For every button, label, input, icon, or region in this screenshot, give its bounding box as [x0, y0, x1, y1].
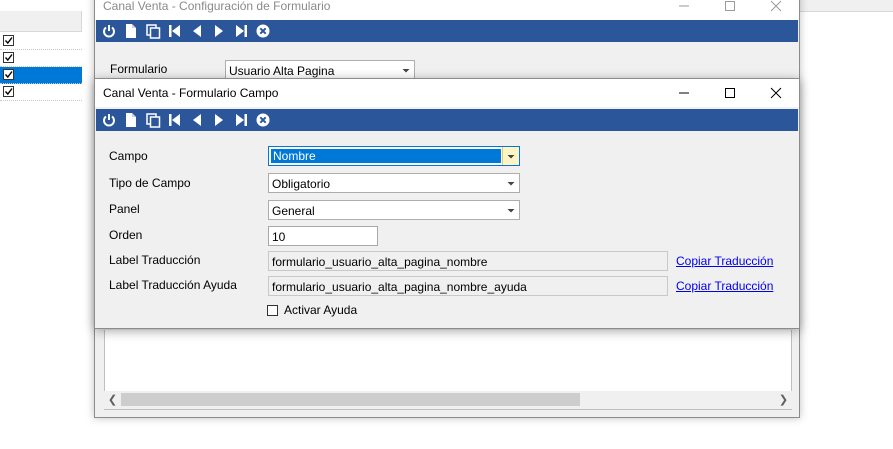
close-icon [770, 0, 782, 12]
grid-row[interactable] [0, 33, 82, 50]
next-record-icon[interactable] [211, 23, 227, 39]
copy-icon[interactable] [145, 23, 161, 39]
first-record-icon[interactable] [167, 23, 183, 39]
grid-checkbox[interactable] [3, 35, 14, 46]
background-app-header [800, 0, 893, 12]
activar-ayuda-checkbox[interactable] [267, 305, 278, 316]
new-document-icon[interactable] [123, 23, 139, 39]
new-document-icon[interactable] [123, 112, 139, 128]
minimize-button[interactable] [661, 79, 707, 107]
previous-record-icon[interactable] [189, 23, 205, 39]
minimize-button[interactable] [661, 0, 707, 20]
close-icon [770, 87, 782, 99]
tipo-campo-select[interactable]: Obligatorio [268, 173, 520, 193]
panel-label: Panel [109, 202, 140, 216]
orden-label: Orden [109, 228, 143, 242]
minimize-icon [679, 5, 689, 7]
minimize-icon [679, 92, 689, 94]
last-record-icon[interactable] [233, 23, 249, 39]
maximize-button[interactable] [707, 79, 753, 107]
background-toolbar [96, 20, 798, 42]
next-record-icon[interactable] [211, 112, 227, 128]
label-traduccion-value: formulario_usuario_alta_pagina_nombre [272, 255, 488, 269]
grid-header [0, 11, 82, 32]
first-record-icon[interactable] [167, 112, 183, 128]
close-button[interactable] [753, 79, 799, 107]
background-grid [0, 11, 82, 101]
chevron-down-icon[interactable] [502, 147, 519, 165]
scrollbar-thumb[interactable] [121, 393, 580, 406]
campo-select-value: Nombre [271, 149, 501, 163]
orden-input-value: 10 [272, 230, 286, 244]
grid-row[interactable] [0, 50, 82, 67]
formulario-campo-dialog: Canal Venta - Formulario Campo Campo Nom… [94, 78, 800, 329]
power-icon[interactable] [101, 112, 117, 128]
chevron-down-icon[interactable] [503, 174, 519, 192]
tipo-campo-select-value: Obligatorio [272, 177, 331, 191]
chevron-down-icon[interactable] [398, 61, 414, 79]
grid-row[interactable] [0, 84, 82, 101]
close-button[interactable] [753, 0, 799, 20]
dialog-toolbar [96, 109, 798, 131]
label-traduccion-field[interactable]: formulario_usuario_alta_pagina_nombre [268, 251, 668, 271]
panel-select-value: General [272, 204, 315, 218]
maximize-button[interactable] [707, 0, 753, 20]
formulario-select-value: Usuario Alta Pagina [229, 64, 335, 78]
copy-icon[interactable] [145, 112, 161, 128]
panel-select[interactable]: General [268, 200, 520, 220]
grid-row-selected[interactable] [0, 67, 82, 84]
scroll-left-icon[interactable]: ❮ [104, 391, 121, 409]
orden-input[interactable]: 10 [268, 226, 378, 246]
chevron-down-icon[interactable] [503, 201, 519, 219]
copiar-traduccion-link[interactable]: Copiar Traducción [676, 254, 773, 268]
activar-ayuda-label[interactable]: Activar Ayuda [284, 303, 357, 317]
copiar-traduccion-ayuda-link[interactable]: Copiar Traducción [676, 279, 773, 293]
label-traduccion-ayuda-label: Label Traducción Ayuda [109, 278, 237, 292]
label-traduccion-ayuda-value: formulario_usuario_alta_pagina_nombre_ay… [272, 280, 527, 294]
formulario-select[interactable]: Usuario Alta Pagina [225, 60, 415, 80]
power-icon[interactable] [101, 23, 117, 39]
formulario-label: Formulario [110, 62, 168, 76]
background-window-title: Canal Venta - Configuración de Formulari… [103, 0, 331, 13]
horizontal-scrollbar[interactable]: ❮ ❯ [104, 391, 792, 409]
last-record-icon[interactable] [233, 112, 249, 128]
grid-checkbox[interactable] [3, 86, 14, 97]
scroll-right-icon[interactable]: ❯ [775, 391, 792, 409]
close-circle-icon[interactable] [255, 23, 271, 39]
label-traduccion-ayuda-field[interactable]: formulario_usuario_alta_pagina_nombre_ay… [268, 276, 668, 296]
background-titlebar: Canal Venta - Configuración de Formulari… [95, 0, 799, 20]
close-circle-icon[interactable] [255, 112, 271, 128]
tipo-campo-label: Tipo de Campo [109, 176, 191, 190]
campo-label: Campo [109, 149, 148, 163]
grid-checkbox[interactable] [3, 69, 14, 80]
grid-checkbox[interactable] [3, 52, 14, 63]
campo-select[interactable]: Nombre [268, 146, 520, 166]
previous-record-icon[interactable] [189, 112, 205, 128]
maximize-icon [725, 1, 735, 11]
dialog-titlebar: Canal Venta - Formulario Campo [95, 79, 799, 107]
maximize-icon [725, 88, 735, 98]
label-traduccion-label: Label Traducción [109, 253, 201, 267]
dialog-title: Canal Venta - Formulario Campo [103, 86, 279, 100]
